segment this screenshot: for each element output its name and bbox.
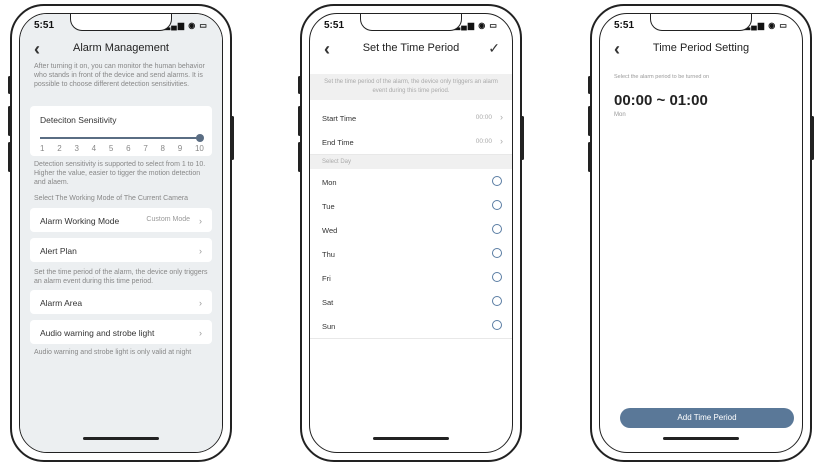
- working-mode-value: Custom Mode: [146, 216, 190, 223]
- day-label: Sun: [322, 322, 336, 331]
- volume-down-button: [8, 142, 11, 172]
- start-time-label: Start Time: [322, 114, 357, 123]
- home-indicator[interactable]: [373, 437, 449, 440]
- alarm-area-label: Alarm Area: [40, 298, 83, 308]
- volume-down-button: [298, 142, 301, 172]
- mute-switch: [588, 76, 591, 94]
- time-period[interactable]: 00:00 ~ 01:00: [614, 92, 708, 109]
- phone-set-time-period: 5:51 ▂▄▆ ◉ ▭ ‹ Set the Time Period ✓ Set…: [298, 4, 524, 462]
- page-title: Time Period Setting: [652, 42, 750, 54]
- sensitivity-card: Deteciton Sensitivity 1 2 3 4 5 6 7 8 9 10: [30, 106, 212, 156]
- period-hint: Select the alarm period to be turned on: [614, 74, 710, 80]
- select-day-label: Select Day: [310, 155, 512, 169]
- home-indicator[interactable]: [663, 437, 739, 440]
- sensitivity-ticks: 1 2 3 4 5 6 7 8 9 10: [40, 144, 204, 153]
- chevron-right-icon: ›: [500, 112, 503, 122]
- day-row-sun[interactable]: Sun: [310, 314, 512, 339]
- day-row-mon[interactable]: Mon: [310, 170, 512, 195]
- working-mode-row[interactable]: Alarm Working Mode Custom Mode ›: [30, 208, 212, 232]
- sensitivity-tick: 4: [91, 144, 97, 153]
- intro-text: Set the time period of the alarm, the de…: [310, 74, 512, 100]
- mute-switch: [8, 76, 11, 94]
- sensitivity-tick: 6: [126, 144, 131, 153]
- volume-up-button: [588, 106, 591, 136]
- sensitivity-tick: 9: [177, 144, 183, 153]
- volume-up-button: [8, 106, 11, 136]
- day-radio[interactable]: [492, 320, 502, 330]
- day-row-thu[interactable]: Thu: [310, 242, 512, 267]
- sensitivity-tick: 3: [74, 144, 79, 153]
- day-radio[interactable]: [492, 224, 502, 234]
- day-row-wed[interactable]: Wed: [310, 218, 512, 243]
- mute-switch: [298, 76, 301, 94]
- power-button: [231, 116, 234, 160]
- day-radio[interactable]: [492, 272, 502, 282]
- sensitivity-tick: 2: [57, 144, 62, 153]
- chevron-right-icon: ›: [199, 246, 202, 256]
- day-label: Sat: [322, 298, 334, 307]
- sensitivity-tick: 1: [40, 144, 45, 153]
- home-indicator[interactable]: [83, 437, 159, 440]
- period-day: Mon: [614, 112, 626, 118]
- volume-down-button: [588, 142, 591, 172]
- sensitivity-tick: 8: [160, 144, 165, 153]
- alert-plan-row[interactable]: Alert Plan ›: [30, 238, 212, 262]
- page-title: Alarm Management: [73, 42, 169, 54]
- notch: [650, 14, 752, 31]
- sensitivity-tick: 10: [194, 144, 204, 153]
- mode-section-label: Select The Working Mode of The Current C…: [34, 195, 189, 202]
- sensitivity-label: Deteciton Sensitivity: [40, 115, 117, 125]
- day-row-sat[interactable]: Sat: [310, 290, 512, 315]
- audio-warning-label: Audio warning and strobe light: [40, 328, 155, 338]
- page-title: Set the Time Period: [362, 42, 460, 54]
- chevron-right-icon: ›: [199, 216, 202, 226]
- sensitivity-tick: 5: [108, 144, 114, 153]
- working-mode-label: Alarm Working Mode: [40, 216, 120, 226]
- status-time: 5:51: [614, 20, 635, 31]
- day-radio[interactable]: [492, 296, 502, 306]
- chevron-right-icon: ›: [199, 328, 202, 338]
- day-label: Fri: [322, 274, 331, 283]
- phone-alarm-management: 5:51 ▂▄▆ ◉ ▭ ‹ Alarm Management After tu…: [8, 4, 234, 462]
- day-row-fri[interactable]: Fri: [310, 266, 512, 291]
- day-label: Tue: [322, 202, 335, 211]
- check-icon[interactable]: ✓: [488, 40, 500, 57]
- phone-time-period-setting: 5:51 ▂▄▆ ◉ ▭ ‹ Time Period Setting Selec…: [588, 4, 814, 462]
- status-time: 5:51: [34, 20, 55, 31]
- alert-plan-note: Set the time period of the alarm, the de…: [34, 269, 208, 285]
- notch: [360, 14, 462, 31]
- day-radio[interactable]: [492, 200, 502, 210]
- day-label: Mon: [322, 178, 337, 187]
- day-row-tue[interactable]: Tue: [310, 194, 512, 219]
- audio-warning-note: Audio warning and strobe light is only v…: [34, 349, 192, 356]
- intro-text: After turning it on, you can monitor the…: [34, 63, 205, 88]
- alarm-area-row[interactable]: Alarm Area ›: [30, 290, 212, 314]
- volume-up-button: [298, 106, 301, 136]
- add-time-period-button[interactable]: Add Time Period: [620, 408, 794, 428]
- status-time: 5:51: [324, 20, 345, 31]
- day-radio[interactable]: [492, 176, 502, 186]
- audio-warning-row[interactable]: Audio warning and strobe light ›: [30, 320, 212, 344]
- end-time-label: End Time: [322, 138, 354, 147]
- end-time-row[interactable]: End Time 00:00 ›: [310, 130, 512, 155]
- sensitivity-note: Detection sensitivity is supported to se…: [34, 161, 206, 186]
- notch: [70, 14, 172, 31]
- day-label: Wed: [322, 226, 338, 235]
- start-time-row[interactable]: Start Time 00:00 ›: [310, 106, 512, 131]
- sensitivity-slider-knob[interactable]: [196, 134, 204, 142]
- day-radio[interactable]: [492, 248, 502, 258]
- chevron-right-icon: ›: [500, 136, 503, 146]
- start-time-value: 00:00: [475, 114, 492, 121]
- power-button: [811, 116, 814, 160]
- power-button: [521, 116, 524, 160]
- chevron-right-icon: ›: [199, 298, 202, 308]
- day-label: Thu: [322, 250, 335, 259]
- sensitivity-tick: 7: [143, 144, 148, 153]
- end-time-value: 00:00: [475, 138, 492, 145]
- sensitivity-slider[interactable]: [40, 137, 200, 139]
- alert-plan-label: Alert Plan: [40, 246, 77, 256]
